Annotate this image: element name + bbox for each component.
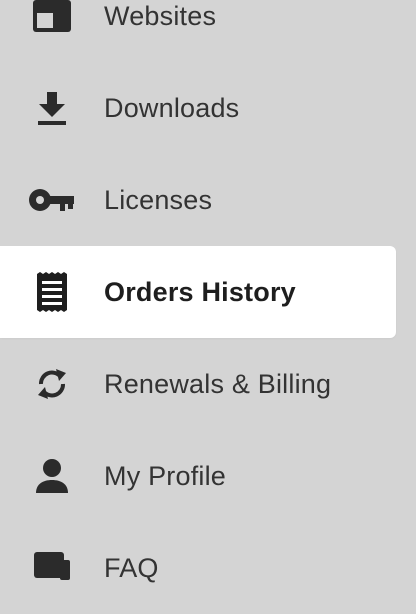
sidebar-item-label: Websites xyxy=(104,0,217,31)
sidebar-item-websites[interactable]: Websites xyxy=(0,0,396,62)
sidebar-item-orders-history[interactable]: Orders History xyxy=(0,246,396,338)
sidebar-item-label: My Profile xyxy=(104,460,227,491)
sidebar-item-label: Orders History xyxy=(104,276,296,307)
sidebar-item-label: Licenses xyxy=(104,184,213,215)
user-icon xyxy=(28,456,76,496)
website-icon xyxy=(28,0,76,36)
faq-icon xyxy=(28,548,76,588)
sidebar-item-licenses[interactable]: Licenses xyxy=(0,154,396,246)
refresh-icon xyxy=(28,364,76,404)
download-icon xyxy=(28,88,76,128)
sidebar-item-renewals-billing[interactable]: Renewals & Billing xyxy=(0,338,396,430)
account-sidebar: Websites Downloads Licenses Orders Histo… xyxy=(0,0,416,583)
sidebar-item-label: Downloads xyxy=(104,92,240,123)
sidebar-item-label: FAQ xyxy=(104,552,159,583)
receipt-icon xyxy=(28,272,76,312)
sidebar-item-label: Renewals & Billing xyxy=(104,368,332,399)
key-icon xyxy=(28,180,76,220)
sidebar-item-faq[interactable]: FAQ xyxy=(0,522,396,614)
sidebar-item-downloads[interactable]: Downloads xyxy=(0,62,396,154)
sidebar-item-my-profile[interactable]: My Profile xyxy=(0,430,396,522)
